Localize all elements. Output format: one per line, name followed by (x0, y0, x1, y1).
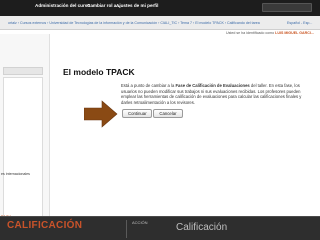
menu-profile-settings[interactable]: Ajustes de mi perfil (116, 3, 158, 8)
footer-divider (126, 220, 127, 238)
footer-phase-label: CALIFICACIÓN (7, 220, 83, 231)
breadcrumb-bar: ortalz › Cursos externos › Universidad d… (0, 16, 320, 30)
phase-change-notice: Está a punto de cambiar a la Fase de Cal… (121, 83, 311, 106)
footer-action-label: ACCIÓN (132, 220, 148, 225)
sidebar-block (3, 77, 43, 232)
page-title: El modelo TPACK (63, 67, 135, 77)
sidebar-block-header (3, 67, 43, 75)
pointer-arrow-icon (84, 100, 118, 128)
breadcrumb[interactable]: ortalz › Cursos externos › Universidad d… (8, 21, 260, 25)
sidebar-item-international[interactable]: es internacionales (1, 172, 30, 176)
menu-course-administration[interactable]: Administración del curso (35, 3, 90, 8)
notice-text-pre: Está a punto de cambiar a la (121, 83, 175, 88)
search-input[interactable] (262, 3, 312, 12)
language-selector[interactable]: Español - Esp... (287, 21, 312, 25)
footer-section-title: Calificación (176, 222, 228, 233)
top-menu-bar: Administración del curso Cambiar rol a..… (0, 0, 320, 16)
notice-text-phase: Fase de Calificación de Evaluaciones (175, 83, 250, 88)
continue-button[interactable]: Continuar (122, 109, 152, 118)
left-sidebar: es internacionales PACK TPACK (0, 34, 50, 232)
cancel-button[interactable]: Cancelar (153, 109, 183, 118)
